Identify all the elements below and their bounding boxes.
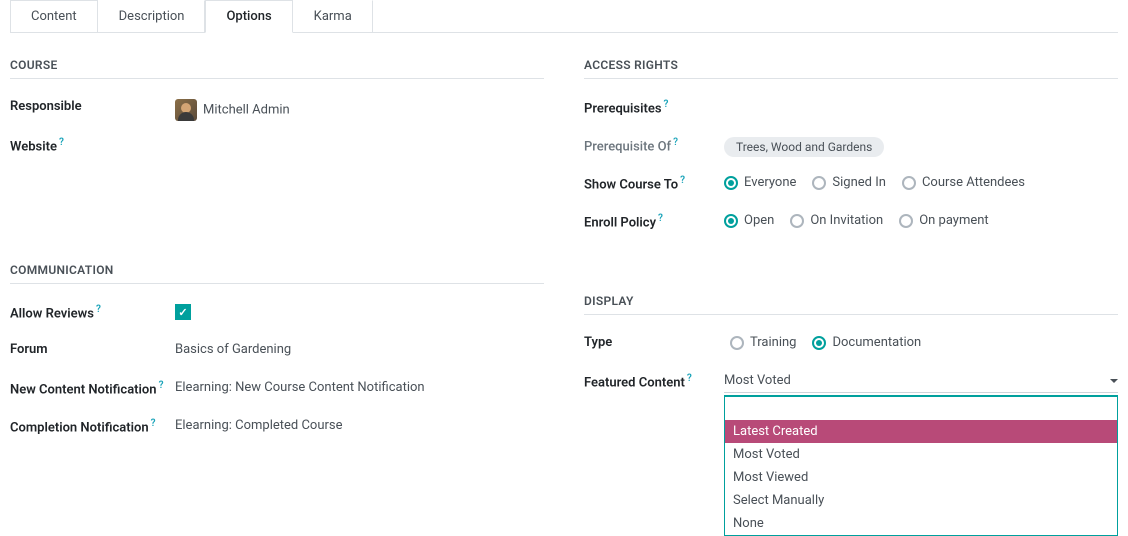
- radio-training[interactable]: Training: [730, 335, 796, 350]
- radio-on-payment[interactable]: On payment: [899, 213, 989, 228]
- radio-label: Course Attendees: [922, 175, 1025, 190]
- radio-open[interactable]: Open: [724, 213, 774, 228]
- field-prerequisite-of: Prerequisite Of? Trees, Wood and Gardens: [584, 135, 1118, 159]
- label-website: Website?: [10, 135, 175, 154]
- label-type: Type: [584, 333, 724, 350]
- tag-prerequisite[interactable]: Trees, Wood and Gardens: [724, 137, 884, 157]
- tab-options[interactable]: Options: [205, 0, 292, 33]
- radio-group-show-course-to: Everyone Signed In Course Attendees: [724, 173, 1118, 190]
- field-completion-notification: Completion Notification? Elearning: Comp…: [10, 416, 544, 440]
- field-enroll-policy: Enroll Policy? Open On Invitation On pay…: [584, 211, 1118, 235]
- radio-label: On Invitation: [810, 213, 883, 228]
- field-forum: Forum Basics of Gardening: [10, 340, 544, 364]
- radio-group-type: Training Documentation: [724, 333, 1118, 350]
- help-icon[interactable]: ?: [159, 380, 164, 391]
- dropdown-featured-content: Latest Created Most Voted Most Viewed Se…: [724, 395, 1118, 536]
- radio-icon: [899, 214, 913, 228]
- radio-label: On payment: [919, 213, 989, 228]
- value-responsible[interactable]: Mitchell Admin: [175, 97, 544, 121]
- radio-icon: [724, 214, 738, 228]
- dropdown-item-latest-created[interactable]: Latest Created: [725, 420, 1117, 443]
- field-responsible: Responsible Mitchell Admin: [10, 97, 544, 121]
- tab-karma[interactable]: Karma: [293, 0, 373, 32]
- help-icon[interactable]: ?: [664, 99, 669, 110]
- radio-label: Open: [744, 213, 774, 228]
- section-title-course: COURSE: [10, 58, 544, 79]
- tab-bar: Content Description Options Karma: [10, 0, 1118, 33]
- left-column: COURSE Responsible Mitchell Admin Websit…: [10, 58, 544, 454]
- radio-icon: [812, 336, 826, 350]
- label-show-course-to: Show Course To?: [584, 173, 724, 192]
- radio-label: Documentation: [832, 335, 921, 350]
- help-icon[interactable]: ?: [151, 418, 156, 429]
- value-allow-reviews: [175, 302, 544, 320]
- help-icon[interactable]: ?: [658, 213, 663, 224]
- select-featured-content: Most Voted Latest Created Most Voted Mos…: [724, 371, 1118, 393]
- value-new-content-notification[interactable]: Elearning: New Course Content Notificati…: [175, 378, 544, 395]
- chevron-down-icon: [1110, 379, 1118, 383]
- help-icon[interactable]: ?: [687, 373, 692, 384]
- radio-course-attendees[interactable]: Course Attendees: [902, 175, 1025, 190]
- label-featured-content: Featured Content?: [584, 371, 724, 390]
- radio-icon: [724, 176, 738, 190]
- radio-icon: [812, 176, 826, 190]
- label-prerequisites: Prerequisites?: [584, 97, 724, 116]
- dropdown-item-select-manually[interactable]: Select Manually: [725, 489, 1117, 512]
- right-column: ACCESS RIGHTS Prerequisites? Prerequisit…: [584, 58, 1118, 454]
- value-prerequisite-of: Trees, Wood and Gardens: [724, 135, 1118, 157]
- field-allow-reviews: Allow Reviews?: [10, 302, 544, 326]
- radio-label: Signed In: [832, 175, 886, 190]
- label-enroll-policy: Enroll Policy?: [584, 211, 724, 230]
- radio-on-invitation[interactable]: On Invitation: [790, 213, 883, 228]
- radio-signed-in[interactable]: Signed In: [812, 175, 886, 190]
- value-prerequisites[interactable]: [724, 97, 1118, 99]
- field-new-content-notification: New Content Notification? Elearning: New…: [10, 378, 544, 402]
- avatar: [175, 99, 197, 121]
- dropdown-item-most-viewed[interactable]: Most Viewed: [725, 466, 1117, 489]
- checkbox-allow-reviews[interactable]: [175, 304, 191, 320]
- label-responsible: Responsible: [10, 97, 175, 114]
- label-completion-notification: Completion Notification?: [10, 416, 175, 435]
- help-icon[interactable]: ?: [673, 137, 678, 148]
- field-featured-content: Featured Content? Most Voted Latest Crea…: [584, 371, 1118, 395]
- radio-icon: [790, 214, 804, 228]
- dropdown-item-none[interactable]: None: [725, 512, 1117, 535]
- radio-icon: [902, 176, 916, 190]
- options-panel: COURSE Responsible Mitchell Admin Websit…: [10, 33, 1118, 454]
- radio-documentation[interactable]: Documentation: [812, 335, 921, 350]
- value-forum[interactable]: Basics of Gardening: [175, 340, 544, 357]
- radio-everyone[interactable]: Everyone: [724, 175, 796, 190]
- tab-description[interactable]: Description: [98, 0, 206, 32]
- label-forum: Forum: [10, 340, 175, 357]
- radio-group-enroll-policy: Open On Invitation On payment: [724, 211, 1118, 228]
- help-icon[interactable]: ?: [96, 304, 101, 315]
- value-website[interactable]: [175, 135, 544, 137]
- label-new-content-notification: New Content Notification?: [10, 378, 175, 397]
- section-title-display: DISPLAY: [584, 294, 1118, 315]
- select-value: Most Voted: [724, 373, 791, 388]
- radio-icon: [730, 336, 744, 350]
- responsible-name: Mitchell Admin: [203, 102, 290, 117]
- label-prerequisite-of: Prerequisite Of?: [584, 135, 724, 154]
- section-title-access-rights: ACCESS RIGHTS: [584, 58, 1118, 79]
- radio-label: Everyone: [744, 175, 796, 190]
- help-icon[interactable]: ?: [680, 175, 685, 186]
- field-website: Website?: [10, 135, 544, 159]
- radio-label: Training: [750, 335, 796, 350]
- dropdown-item-most-voted[interactable]: Most Voted: [725, 443, 1117, 466]
- field-show-course-to: Show Course To? Everyone Signed In Cours…: [584, 173, 1118, 197]
- dropdown-search-input[interactable]: [725, 397, 1117, 420]
- select-input-featured-content[interactable]: Most Voted: [724, 371, 1118, 393]
- field-prerequisites: Prerequisites?: [584, 97, 1118, 121]
- value-completion-notification[interactable]: Elearning: Completed Course: [175, 416, 544, 433]
- tab-content[interactable]: Content: [10, 0, 98, 32]
- label-allow-reviews: Allow Reviews?: [10, 302, 175, 321]
- section-title-communication: COMMUNICATION: [10, 263, 544, 284]
- field-type: Type Training Documentation: [584, 333, 1118, 357]
- help-icon[interactable]: ?: [59, 137, 64, 148]
